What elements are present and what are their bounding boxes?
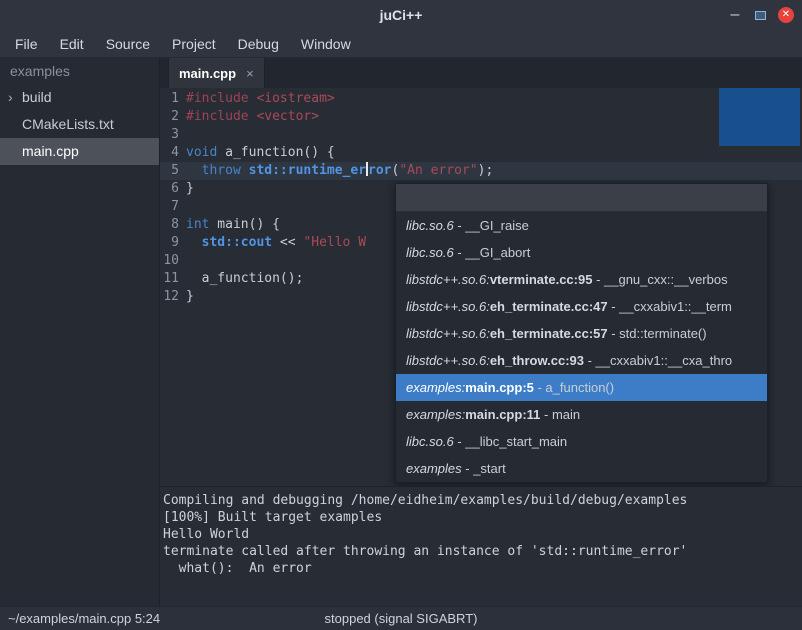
line-number: 12 bbox=[160, 288, 186, 306]
menu-item-window[interactable]: Window bbox=[290, 30, 362, 58]
line-number: 7 bbox=[160, 198, 186, 216]
stack-frame-item[interactable]: libstdc++.so.6:eh_terminate.cc:47 - __cx… bbox=[396, 293, 767, 320]
line-number: 1 bbox=[160, 90, 186, 108]
sidebar-item-label: CMakeLists.txt bbox=[22, 116, 114, 132]
line-number: 9 bbox=[160, 234, 186, 252]
stack-frame-list: libc.so.6 - __GI_raiselibc.so.6 - __GI_a… bbox=[396, 212, 767, 482]
menu-item-source[interactable]: Source bbox=[95, 30, 161, 58]
menu-item-debug[interactable]: Debug bbox=[227, 30, 290, 58]
code-text: std::cout << "Hello W bbox=[186, 234, 366, 252]
tab-label: main.cpp bbox=[179, 66, 236, 81]
code-text: } bbox=[186, 288, 194, 306]
terminal: Compiling and debugging /home/eidheim/ex… bbox=[160, 486, 802, 606]
tab-main-cpp[interactable]: main.cpp × bbox=[168, 58, 265, 88]
code-text: int main() { bbox=[186, 216, 280, 234]
line-number: 10 bbox=[160, 252, 186, 270]
status-debug-state: stopped (signal SIGABRT) bbox=[325, 611, 478, 626]
terminal-line: Hello World bbox=[163, 526, 802, 543]
menu-item-edit[interactable]: Edit bbox=[49, 30, 95, 58]
editor-line[interactable]: 5 throw std::runtime_error("An error"); bbox=[160, 162, 802, 180]
sidebar: examples › build CMakeLists.txt main.cpp bbox=[0, 58, 160, 606]
stack-popup: libc.so.6 - __GI_raiselibc.so.6 - __GI_a… bbox=[395, 183, 768, 483]
editor-line[interactable]: 3 bbox=[160, 126, 802, 144]
editor-line[interactable]: 1#include <iostream> bbox=[160, 90, 802, 108]
stack-frame-item[interactable]: libstdc++.so.6:eh_throw.cc:93 - __cxxabi… bbox=[396, 347, 767, 374]
minimize-button[interactable]: – bbox=[727, 7, 743, 23]
code-text: throw std::runtime_error("An error"); bbox=[186, 162, 493, 180]
app-window: juCi++ – ✕ FileEditSourceProjectDebugWin… bbox=[0, 0, 802, 630]
line-number: 6 bbox=[160, 180, 186, 198]
line-number: 11 bbox=[160, 270, 186, 288]
sidebar-item-cmakelists-txt[interactable]: CMakeLists.txt bbox=[0, 111, 159, 138]
sidebar-header: examples bbox=[0, 58, 159, 84]
code-text: #include <iostream> bbox=[186, 90, 335, 108]
stack-frame-item[interactable]: libc.so.6 - __GI_raise bbox=[396, 212, 767, 239]
line-number: 5 bbox=[160, 162, 186, 180]
editor[interactable]: 1#include <iostream>2#include <vector>34… bbox=[160, 88, 802, 486]
maximize-button[interactable] bbox=[755, 11, 766, 20]
stack-frame-item[interactable]: examples - _start bbox=[396, 455, 767, 482]
statusbar: ~/examples/main.cpp 5:24 stopped (signal… bbox=[0, 606, 802, 630]
menubar: FileEditSourceProjectDebugWindow bbox=[0, 30, 802, 58]
code-text: } bbox=[186, 180, 194, 198]
terminal-line: [100%] Built target examples bbox=[163, 509, 802, 526]
terminal-line: what(): An error bbox=[163, 560, 802, 577]
stack-frame-item[interactable]: libc.so.6 - __libc_start_main bbox=[396, 428, 767, 455]
sidebar-tree: › build CMakeLists.txt main.cpp bbox=[0, 84, 159, 165]
stack-frame-item[interactable]: examples:main.cpp:11 - main bbox=[396, 401, 767, 428]
content: examples › build CMakeLists.txt main.cpp ma… bbox=[0, 58, 802, 606]
menu-item-file[interactable]: File bbox=[4, 30, 49, 58]
menu-item-project[interactable]: Project bbox=[161, 30, 227, 58]
tooltip-box bbox=[719, 88, 800, 146]
close-button[interactable]: ✕ bbox=[778, 7, 794, 23]
terminal-line: terminate called after throwing an insta… bbox=[163, 543, 802, 560]
stack-frame-item[interactable]: examples:main.cpp:5 - a_function() bbox=[396, 374, 767, 401]
line-number: 3 bbox=[160, 126, 186, 144]
stack-frame-item[interactable]: libstdc++.so.6:eh_terminate.cc:57 - std:… bbox=[396, 320, 767, 347]
sidebar-item-build[interactable]: › build bbox=[0, 84, 159, 111]
stack-frame-item[interactable]: libstdc++.so.6:vterminate.cc:95 - __gnu_… bbox=[396, 266, 767, 293]
chevron-right-icon[interactable]: › bbox=[8, 84, 13, 111]
window-title: juCi++ bbox=[0, 0, 802, 30]
line-number: 8 bbox=[160, 216, 186, 234]
sidebar-item-main-cpp[interactable]: main.cpp bbox=[0, 138, 159, 165]
code-text: a_function(); bbox=[186, 270, 303, 288]
titlebar: juCi++ – ✕ bbox=[0, 0, 802, 30]
tab-close-icon[interactable]: × bbox=[246, 66, 254, 81]
editor-line[interactable]: 4void a_function() { bbox=[160, 144, 802, 162]
window-controls: – ✕ bbox=[727, 0, 794, 30]
popup-header bbox=[396, 184, 767, 212]
sidebar-item-label: main.cpp bbox=[22, 143, 79, 159]
main-pane: main.cpp × 1#include <iostream>2#include … bbox=[160, 58, 802, 606]
status-file-position: ~/examples/main.cpp 5:24 bbox=[8, 611, 160, 626]
line-number: 2 bbox=[160, 108, 186, 126]
line-number: 4 bbox=[160, 144, 186, 162]
stack-frame-item[interactable]: libc.so.6 - __GI_abort bbox=[396, 239, 767, 266]
code-text: #include <vector> bbox=[186, 108, 319, 126]
sidebar-item-label: build bbox=[22, 89, 52, 105]
tabbar: main.cpp × bbox=[160, 58, 802, 88]
editor-line[interactable]: 2#include <vector> bbox=[160, 108, 802, 126]
terminal-line: Compiling and debugging /home/eidheim/ex… bbox=[163, 492, 802, 509]
code-text: void a_function() { bbox=[186, 144, 335, 162]
